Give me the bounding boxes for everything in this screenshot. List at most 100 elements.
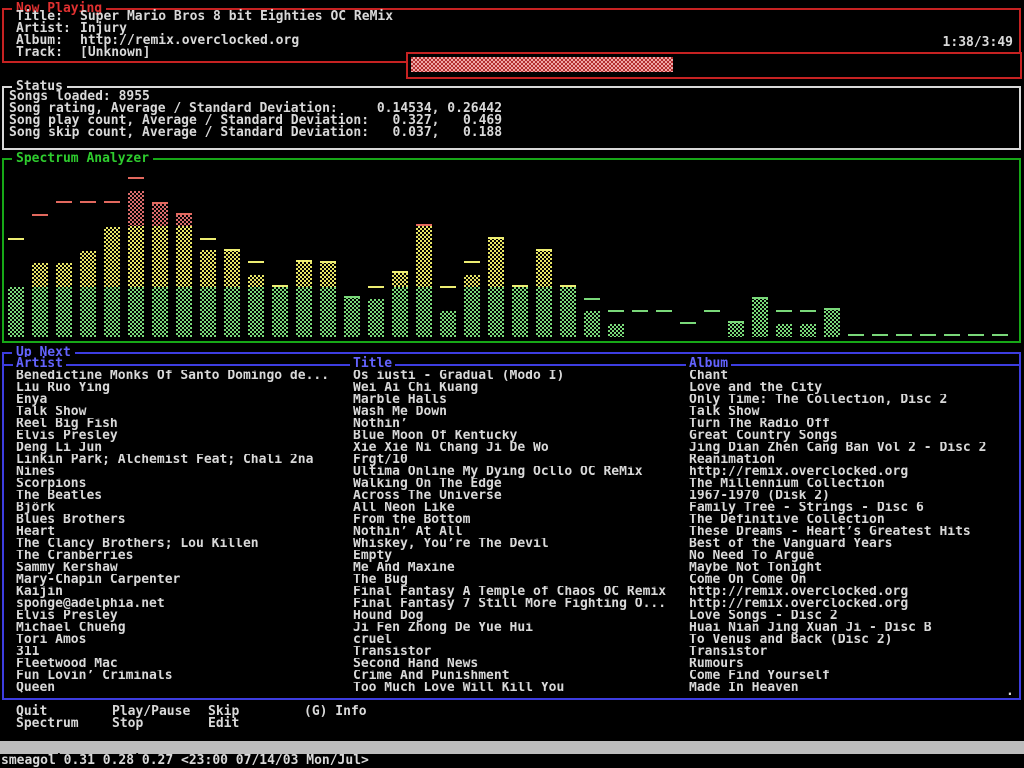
playlist-cell[interactable]: 311 <box>16 646 350 658</box>
playlist-cell[interactable]: Nines <box>16 466 350 478</box>
playlist-cell[interactable]: Best of the Vanguard Years <box>689 538 1017 550</box>
playlist-cell[interactable]: Sammy Kershaw <box>16 562 350 574</box>
playlist-cell[interactable]: Come On Come On <box>689 574 1017 586</box>
playlist-cell[interactable]: Fleetwood Mac <box>16 658 350 670</box>
host-status-line: smeagol 0.31 0.28 0.27 <23:00 07/14/03 M… <box>1 755 1024 768</box>
spectrum-peak-marker <box>848 334 864 336</box>
playlist-cell[interactable]: The Millennium Collection <box>689 478 1017 490</box>
playlist-cell[interactable]: Nothin’ At All <box>353 526 685 538</box>
playlist-cell[interactable]: Only Time: The Collection, Disc 2 <box>689 394 1017 406</box>
playlist-cell[interactable]: Chant <box>689 370 1017 382</box>
playlist-cell[interactable]: Wash Me Down <box>353 406 685 418</box>
playlist-cell[interactable]: Talk Show <box>689 406 1017 418</box>
playlist-cell[interactable]: The Definitive Collection <box>689 514 1017 526</box>
playlist-cell[interactable]: http://remix.overclocked.org <box>689 598 1017 610</box>
playlist-cell[interactable]: These Dreams - Heart’s Greatest Hits <box>689 526 1017 538</box>
bar-segment-green <box>128 287 144 337</box>
spectrum-peak-marker <box>896 334 912 336</box>
playlist-cell[interactable]: Fun Lovin’ Criminals <box>16 670 350 682</box>
bar-segment-green <box>488 287 504 337</box>
playlist-cell[interactable]: http://remix.overclocked.org <box>689 466 1017 478</box>
playlist-cell[interactable]: Liu Ruo Ying <box>16 382 350 394</box>
playlist-cell[interactable]: Come Find Yourself <box>689 670 1017 682</box>
playlist-cell[interactable]: From the Bottom <box>353 514 685 526</box>
playlist-cell[interactable]: cruel <box>353 634 685 646</box>
playlist-cell[interactable]: Ultima Online My Dying Ocllo OC ReMix <box>353 466 685 478</box>
playlist-cell[interactable]: Love and the City <box>689 382 1017 394</box>
playlist-cell[interactable]: Made In Heaven <box>689 682 1017 694</box>
playlist-cell[interactable]: Great Country Songs <box>689 430 1017 442</box>
playlist-cell[interactable]: Tori Amos <box>16 634 350 646</box>
playlist-cell[interactable]: Queen <box>16 682 350 694</box>
playlist-cell[interactable]: Too Much Love Will Kill You <box>353 682 685 694</box>
playlist-cell[interactable]: Nothin’ <box>353 418 685 430</box>
spectrum-peak-marker <box>416 224 432 226</box>
playlist-cell[interactable]: Transistor <box>689 646 1017 658</box>
playlist-cell[interactable]: Kaijin <box>16 586 350 598</box>
up-next-panel: Up Next Artist Title Album Benedictine M… <box>2 352 1021 700</box>
playlist-cell[interactable]: Jing Dian Zhen Cang Ban Vol 2 - Disc 2 <box>689 442 1017 454</box>
bar-segment-green <box>32 287 48 337</box>
bar-segment-yellow <box>464 275 480 287</box>
shortcut-stop[interactable]: Stop <box>112 718 143 730</box>
playlist-cell[interactable]: Frgt/10 <box>353 454 685 466</box>
playlist-cell[interactable]: Family Tree - Strings - Disc 6 <box>689 502 1017 514</box>
playlist-cell[interactable]: Blues Brothers <box>16 514 350 526</box>
playlist-cell[interactable]: The Clancy Brothers; Lou Killen <box>16 538 350 550</box>
spectrum-peak-marker <box>488 237 504 239</box>
playlist-cell[interactable]: 1967-1970 (Disk 2) <box>689 490 1017 502</box>
playlist-cell[interactable]: Huai Nian Jing Xuan Ji - Disc B <box>689 622 1017 634</box>
playlist-cell[interactable]: Maybe Not Tonight <box>689 562 1017 574</box>
playlist-cell[interactable]: Across The Universe <box>353 490 685 502</box>
playlist-cell[interactable]: Love Songs - Disc 2 <box>689 610 1017 622</box>
playlist-cell[interactable]: Blue Moon Of Kentucky <box>353 430 685 442</box>
playlist-cell[interactable]: Crime And Punishment <box>353 670 685 682</box>
bar-segment-green <box>296 287 312 337</box>
playlist-cell[interactable]: The Beatles <box>16 490 350 502</box>
playlist-cell[interactable]: Os iusti - Gradual (Modo I) <box>353 370 685 382</box>
playlist-cell[interactable]: Reanimation <box>689 454 1017 466</box>
playlist-cell[interactable]: http://remix.overclocked.org <box>689 586 1017 598</box>
playlist-cell[interactable]: Final Fantasy A Temple of Chaos OC Remix <box>353 586 685 598</box>
playlist-cell[interactable]: Xie Xie Ni Chang Ji De Wo <box>353 442 685 454</box>
playlist-cell[interactable]: Turn The Radio Off <box>689 418 1017 430</box>
playlist-cell[interactable]: All Neon Like <box>353 502 685 514</box>
playlist-cell[interactable]: No Need To Argue <box>689 550 1017 562</box>
playlist-cell[interactable]: Elvis Presley <box>16 430 350 442</box>
playlist-cell[interactable]: Björk <box>16 502 350 514</box>
playlist-cell[interactable]: Michael Chueng <box>16 622 350 634</box>
playlist-cell[interactable]: Me And Maxine <box>353 562 685 574</box>
bar-segment-yellow <box>152 226 168 287</box>
bar-segment-green <box>464 287 480 337</box>
shortcut-g-info[interactable]: (G) Info <box>304 706 367 718</box>
playlist-cell[interactable]: Linkin Park; Alchemist Feat; Chali 2na <box>16 454 350 466</box>
playlist-cell[interactable]: Final Fantasy 7 Still More Fighting O... <box>353 598 685 610</box>
playlist-cell[interactable]: Enya <box>16 394 350 406</box>
playlist-cell[interactable]: Deng Li Jun <box>16 442 350 454</box>
shortcut-spectrum[interactable]: Spectrum <box>16 718 79 730</box>
playlist-cell[interactable]: Wei Ai Chi Kuang <box>353 382 685 394</box>
playlist-cell[interactable]: Rumours <box>689 658 1017 670</box>
playlist-cell[interactable]: Ji Fen Zhong De Yue Hui <box>353 622 685 634</box>
playlist-cell[interactable]: Whiskey, You’re The Devil <box>353 538 685 550</box>
playlist-cell[interactable]: sponge@adelphia.net <box>16 598 350 610</box>
playlist-cell[interactable]: Elvis Presley <box>16 610 350 622</box>
playlist-cell[interactable]: Mary-Chapin Carpenter <box>16 574 350 586</box>
playlist-cell[interactable]: Talk Show <box>16 406 350 418</box>
shortcut-edit[interactable]: Edit <box>208 718 239 730</box>
playlist-cell[interactable]: Reel Big Fish <box>16 418 350 430</box>
playlist-cell[interactable]: Transistor <box>353 646 685 658</box>
playlist-cell[interactable]: Empty <box>353 550 685 562</box>
playlist-cell[interactable]: Walking On The Edge <box>353 478 685 490</box>
playlist-cell[interactable]: The Cranberries <box>16 550 350 562</box>
playlist-cell[interactable]: Benedictine Monks Of Santo Domingo de... <box>16 370 350 382</box>
bar-segment-green <box>824 309 840 337</box>
playlist-cell[interactable]: Hound Dog <box>353 610 685 622</box>
playlist-cell[interactable]: Scorpions <box>16 478 350 490</box>
playlist-cell[interactable]: The Bug <box>353 574 685 586</box>
playlist-cell[interactable]: To Venus and Back (Disc 2) <box>689 634 1017 646</box>
playlist-cell[interactable]: Marble Halls <box>353 394 685 406</box>
playlist-cell[interactable]: Heart <box>16 526 350 538</box>
bar-segment-green <box>776 324 792 337</box>
playlist-cell[interactable]: Second Hand News <box>353 658 685 670</box>
